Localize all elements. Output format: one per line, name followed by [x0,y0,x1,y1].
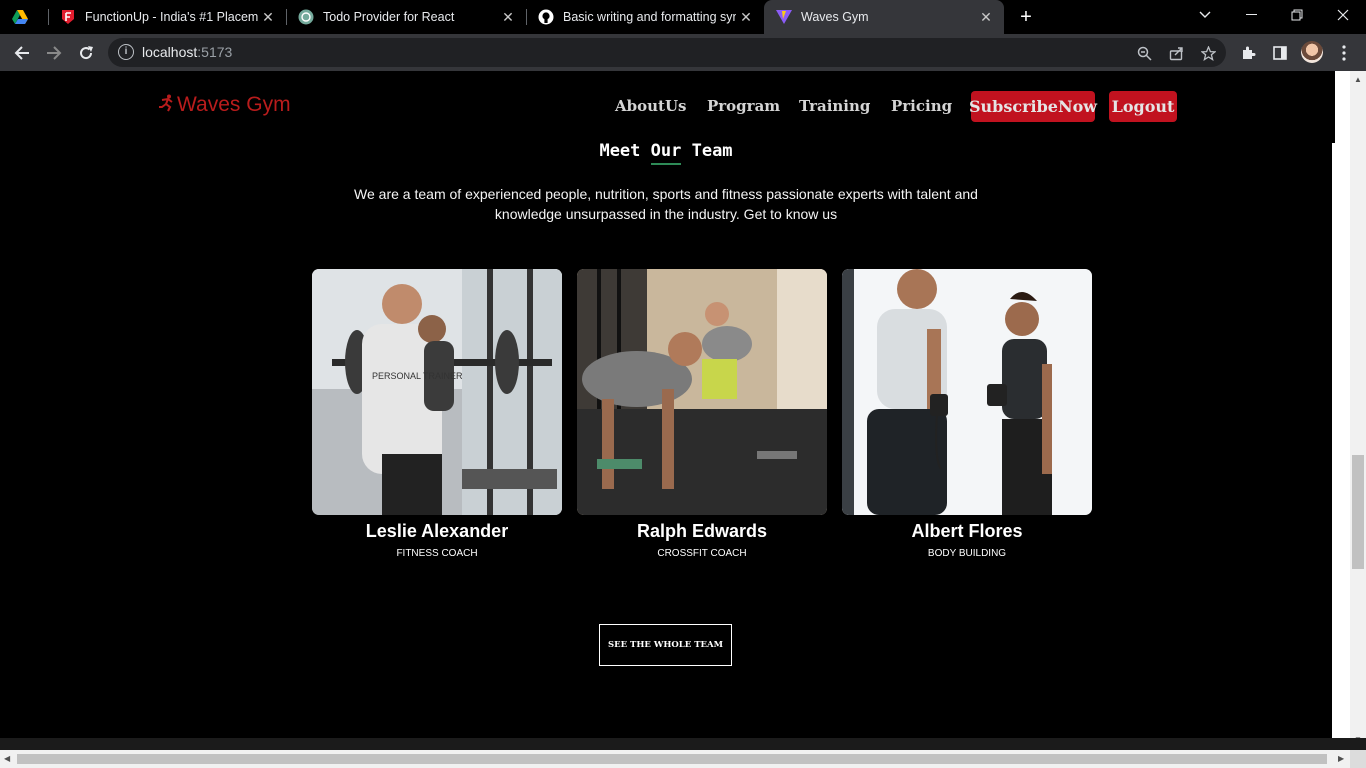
forward-icon[interactable] [41,40,67,66]
team-member-name: Ralph Edwards [636,521,768,541]
bookmark-star-icon[interactable] [1198,43,1218,63]
side-panel-icon[interactable] [1269,42,1291,64]
url-text[interactable]: localhost:5173 [142,44,232,60]
logo-text: Waves Gym [177,93,291,116]
nav-program[interactable]: Program [707,97,780,115]
nav-training[interactable]: Training [799,97,870,115]
restore-icon[interactable] [1274,0,1320,30]
scroll-up-icon[interactable]: ▲ [1354,75,1362,84]
close-icon[interactable]: ✕ [736,9,756,26]
google-drive-icon [12,9,28,25]
tab-functionup[interactable]: FunctionUp - India's #1 Placemen ✕ [48,0,286,34]
minimize-icon[interactable] [1228,0,1274,30]
page-bottom-bar [0,738,1366,750]
team-member-photo [577,269,827,515]
tab-todo-provider[interactable]: Todo Provider for React ✕ [286,0,526,34]
site-info-icon[interactable]: i [118,44,134,60]
subscribe-now-button[interactable]: SubscribeNow [969,91,1097,122]
nav-pricing[interactable]: Pricing [891,97,952,115]
profile-avatar[interactable] [1301,41,1323,63]
team-member-role: CROSSFIT COACH [657,548,747,559]
tab-title: FunctionUp - India's #1 Placemen [85,10,258,24]
nav-aboutus[interactable]: AboutUs [615,97,687,115]
horizontal-scrollbar[interactable]: ◀ ▶ [0,750,1350,768]
scroll-left-icon[interactable]: ◀ [4,754,10,763]
tab-title: Waves Gym [801,10,869,24]
close-icon[interactable]: ✕ [258,9,278,26]
shirt-text: PERSONAL TRAINER [372,371,463,381]
team-member-role: FITNESS COACH [396,548,478,559]
team-card: Albert Flores BODY BUILDING [842,269,1092,559]
team-heading: Meet Our Team [599,141,733,165]
see-whole-team-button[interactable]: SEE THE WHOLE TEAM [599,624,732,666]
tab-title: Todo Provider for React [323,10,455,24]
team-member-name: Leslie Alexander [365,521,509,541]
team-card: PERSONAL TRAINER Leslie Alexander FITNES… [312,269,562,559]
tab-google-drive[interactable] [0,0,48,34]
team-member-photo: PERSONAL TRAINER [312,269,562,515]
tab-github-markdown[interactable]: Basic writing and formatting synt ✕ [526,0,764,34]
tab-strip: FunctionUp - India's #1 Placemen ✕ Todo … [0,0,1366,34]
site-logo[interactable]: Waves Gym [157,93,291,117]
page-content: Waves Gym AboutUs Program Training Prici… [0,71,1332,738]
tab-search-icon[interactable] [1182,0,1228,30]
tab-waves-gym[interactable]: Waves Gym ✕ [764,0,1004,34]
team-member-name: Albert Flores [911,521,1023,541]
share-icon[interactable] [1166,43,1186,63]
chatgpt-icon [298,9,314,25]
team-card: Ralph Edwards CROSSFIT COACH [577,269,827,559]
browser-toolbar: i localhost:5173 [0,34,1366,71]
horizontal-scroll-thumb[interactable] [17,754,1327,764]
back-icon[interactable] [9,40,35,66]
address-bar[interactable]: i localhost:5173 [108,38,1226,67]
page-gutter-mark [1332,71,1335,143]
vertical-scrollbar[interactable]: ▲ ▼ [1350,71,1366,750]
scrollbar-corner [1350,750,1366,768]
team-member-role: BODY BUILDING [927,548,1007,559]
team-intro-text: We are a team of experienced people, nut… [354,186,978,222]
menu-kebab-icon[interactable] [1333,42,1355,64]
vite-icon [776,9,792,25]
vertical-scroll-thumb[interactable] [1352,455,1364,569]
functionup-icon [60,9,76,25]
scroll-right-icon[interactable]: ▶ [1338,754,1344,763]
runner-icon [157,94,175,117]
tab-title: Basic writing and formatting synt [563,10,736,24]
close-icon[interactable]: ✕ [976,9,996,26]
logout-button[interactable]: Logout [1109,91,1177,122]
github-icon [538,9,554,25]
close-icon[interactable]: ✕ [498,9,518,26]
zoom-icon[interactable] [1134,43,1154,63]
reload-icon[interactable] [73,40,99,66]
team-member-photo [842,269,1092,515]
new-tab-button[interactable]: + [1016,6,1036,28]
window-close-icon[interactable] [1320,0,1366,30]
extensions-icon[interactable] [1237,42,1259,64]
